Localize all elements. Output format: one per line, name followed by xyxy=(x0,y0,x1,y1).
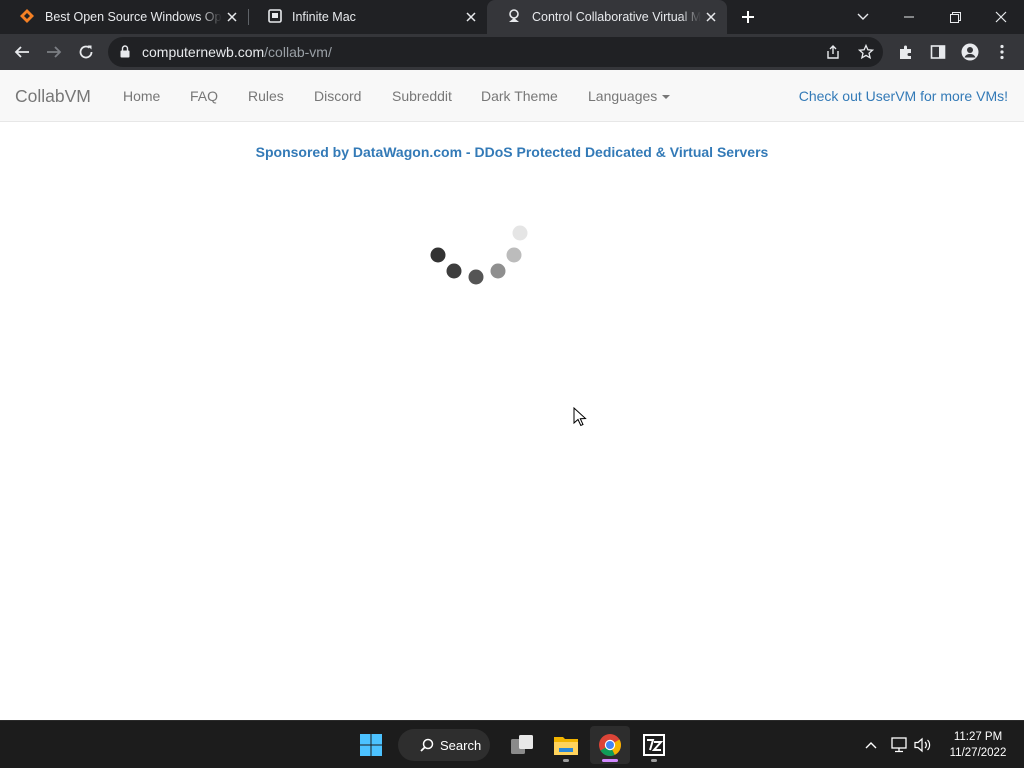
task-view-button[interactable] xyxy=(502,726,542,764)
running-indicator xyxy=(651,759,657,762)
side-panel-button[interactable] xyxy=(924,38,952,66)
tab-title: Infinite Mac xyxy=(292,10,356,24)
site-brand-link[interactable]: CollabVM xyxy=(15,70,91,122)
diamond-favicon-icon xyxy=(19,8,35,27)
file-explorer-button[interactable] xyxy=(546,726,586,764)
spinner-dot xyxy=(512,225,528,241)
chevron-down-icon xyxy=(857,13,869,20)
tab-infinite-mac[interactable]: Infinite Mac xyxy=(249,0,487,34)
show-hidden-icons-button[interactable] xyxy=(860,733,882,757)
minimize-button[interactable] xyxy=(886,0,932,34)
collabvm-favicon-icon xyxy=(506,8,522,27)
page-favicon-icon xyxy=(268,8,282,26)
new-tab-button[interactable] xyxy=(736,5,760,29)
nav-faq[interactable]: FAQ xyxy=(190,70,218,122)
share-icon[interactable] xyxy=(823,42,843,62)
start-button[interactable] xyxy=(351,726,391,764)
caret-down-icon xyxy=(662,95,671,100)
reload-button[interactable] xyxy=(72,38,100,66)
search-icon xyxy=(420,738,434,752)
7zip-icon xyxy=(643,734,665,756)
clock-time: 11:27 PM xyxy=(953,731,1003,743)
spinner-dot xyxy=(468,269,484,285)
file-explorer-icon xyxy=(554,737,578,755)
clock-date: 11/27/2022 xyxy=(949,747,1007,759)
tab-title: Best Open Source Windows Oper xyxy=(45,10,222,24)
network-icon xyxy=(891,737,907,753)
site-navbar: CollabVM Home FAQ Rules Discord Subreddi… xyxy=(0,70,1024,122)
minimize-icon xyxy=(904,16,914,18)
plus-icon xyxy=(742,11,754,23)
tab-collabvm[interactable]: Control Collaborative Virtual Mac xyxy=(487,0,727,34)
running-indicator xyxy=(563,759,569,762)
lock-icon[interactable] xyxy=(120,45,130,63)
extensions-button[interactable] xyxy=(892,38,920,66)
chrome-taskbar-button[interactable] xyxy=(590,726,630,764)
bookmark-star-icon[interactable] xyxy=(856,42,876,62)
tab-best-open-source[interactable]: Best Open Source Windows Oper xyxy=(0,0,248,34)
tab-search-button[interactable] xyxy=(840,0,886,34)
url-path: /collab-vm/ xyxy=(264,44,332,60)
spinner-dot xyxy=(446,263,462,279)
close-window-button[interactable] xyxy=(978,0,1024,34)
nav-dark-theme[interactable]: Dark Theme xyxy=(481,70,558,122)
task-view-icon xyxy=(511,735,533,754)
7zip-taskbar-button[interactable] xyxy=(634,726,674,764)
url-text[interactable]: computernewb.com/collab-vm/ xyxy=(142,37,332,67)
nav-languages-dropdown[interactable]: Languages xyxy=(588,70,671,122)
puzzle-icon xyxy=(900,45,911,59)
mouse-cursor-icon xyxy=(573,407,587,427)
address-bar[interactable]: computernewb.com/collab-vm/ xyxy=(108,37,883,67)
volume-icon xyxy=(914,737,931,753)
tab-title: Control Collaborative Virtual Mac xyxy=(532,10,701,24)
close-tab-icon[interactable] xyxy=(222,7,242,27)
spinner-dot xyxy=(490,263,506,279)
languages-label: Languages xyxy=(588,88,658,104)
taskbar-search[interactable]: Search xyxy=(398,729,490,761)
nav-home[interactable]: Home xyxy=(123,70,160,122)
close-icon xyxy=(995,11,1007,23)
chrome-icon xyxy=(599,734,621,756)
nav-rules[interactable]: Rules xyxy=(248,70,284,122)
spinner-dot xyxy=(430,247,446,263)
profile-icon xyxy=(961,43,979,61)
sponsor-link[interactable]: Sponsored by DataWagon.com - DDoS Protec… xyxy=(0,144,1024,160)
windows-taskbar: Search 11:27 PM 11/27/2022 xyxy=(0,720,1024,768)
reload-icon xyxy=(79,45,93,59)
close-tab-icon[interactable] xyxy=(461,7,481,27)
nav-subreddit[interactable]: Subreddit xyxy=(392,70,452,122)
side-panel-icon xyxy=(930,45,946,59)
network-button[interactable] xyxy=(888,733,910,757)
profile-button[interactable] xyxy=(956,38,984,66)
browser-toolbar: computernewb.com/collab-vm/ xyxy=(0,34,1024,70)
forward-button[interactable] xyxy=(40,38,68,66)
spinner-dot xyxy=(506,247,522,263)
restore-icon xyxy=(949,11,961,23)
uservm-link[interactable]: Check out UserVM for more VMs! xyxy=(799,70,1008,122)
arrow-right-icon xyxy=(47,46,62,58)
active-indicator xyxy=(602,759,618,762)
taskbar-clock[interactable]: 11:27 PM 11/27/2022 xyxy=(940,729,1016,761)
chrome-menu-button[interactable] xyxy=(988,38,1016,66)
nav-discord[interactable]: Discord xyxy=(314,70,361,122)
start-icon xyxy=(360,734,382,756)
url-host: computernewb.com xyxy=(142,44,265,60)
search-label: Search xyxy=(440,737,482,753)
browser-tab-strip: Best Open Source Windows Oper Infinite M… xyxy=(0,0,1024,34)
arrow-left-icon xyxy=(14,46,29,58)
restore-button[interactable] xyxy=(932,0,978,34)
volume-button[interactable] xyxy=(912,733,934,757)
back-button[interactable] xyxy=(8,38,36,66)
close-tab-icon[interactable] xyxy=(701,7,721,27)
kebab-menu-icon xyxy=(1000,44,1004,60)
chevron-up-icon xyxy=(865,742,877,749)
